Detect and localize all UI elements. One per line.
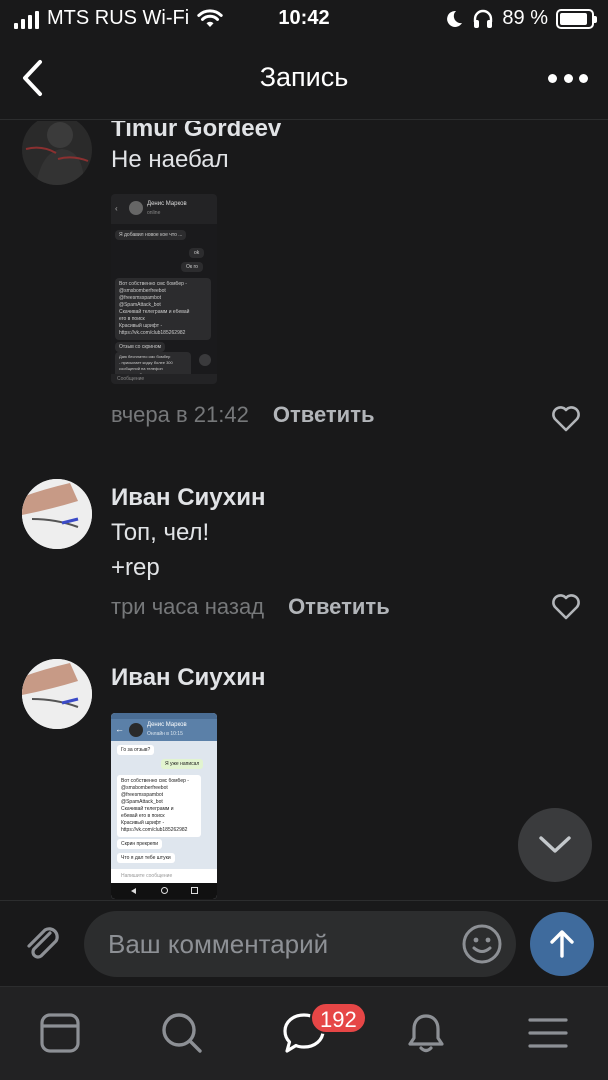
mini-chat-status: online [147,210,161,216]
mini-message: ok [189,248,205,258]
mini-back-icon: ← [115,724,124,734]
comment-meta: три часа назад Ответить [111,594,390,620]
mini-message-line: https://vk.com/club185262982 [121,827,188,833]
mini-message: Ок го [181,262,203,272]
mini-message-line: Красивый шрифт - [119,323,163,329]
mini-message-line: Красивый шрифт - [121,820,165,826]
comment-item: Иван Сиухин Топ, чел! +rep три часа наза… [0,479,608,629]
mini-back-triangle [131,888,136,894]
tab-bar [0,986,608,1080]
mini-message-line: Вот собственно смс бомбер - [121,778,189,784]
comment-input-placeholder: Ваш комментарий [108,929,329,959]
mini-back-icon: ‹ [115,204,118,213]
comment-author[interactable]: Иван Сиухин [111,664,266,692]
menu-icon[interactable] [526,1011,570,1055]
mini-chat-header: ← Денис Марков Онлайн в 10:15 [111,719,217,741]
comment-composer: Ваш комментарий [0,900,608,986]
mini-message: Я добавил новое кое что ... [115,230,187,240]
mini-message-line: @freesmsspambot [121,792,164,798]
comment-author[interactable]: Иван Сиухин [111,484,266,512]
mini-message-line: @smsbomberfreebot [119,288,166,294]
mini-avatar [129,201,143,215]
send-button[interactable] [530,912,594,976]
avatar-image [22,121,92,185]
mini-message: Го за отзыв? [117,745,155,755]
mini-message-line: @SpamAttack_bot [121,799,163,805]
comment-input[interactable]: Ваш комментарий [84,911,516,977]
comment-item: Timur Gordeev Не наебал ‹ Денис Марков o… [0,121,608,455]
notifications-icon[interactable] [404,1011,448,1055]
more-dot [579,73,588,83]
more-button[interactable] [548,68,588,88]
reply-button[interactable]: Ответить [273,402,375,428]
mini-message-line: Скачивай телеграмм и [121,806,174,812]
attachment-screenshot[interactable]: ‹ Денис Марков online Я добавил новое ко… [111,194,217,384]
like-icon[interactable] [551,405,581,433]
avatar[interactable] [22,659,92,729]
paperclip-icon[interactable] [20,921,64,965]
mini-message-line: ебевай его в поиск [121,813,165,819]
mini-message-long: Вот собственно смс бомбер - @smsbomberfre… [115,278,211,340]
battery-icon [556,8,597,29]
screen: MTS RUS Wi-Fi 10:42 89 % Запись Timur Go… [0,0,608,1080]
mini-scroll-button [199,354,211,366]
mini-message-line: @smsbomberfreebot [121,785,168,791]
comment-author[interactable]: Timur Gordeev [111,121,281,143]
avatar-image [22,479,92,549]
more-dot [563,73,573,83]
status-bar: MTS RUS Wi-Fi 10:42 89 % [0,0,608,40]
avatar[interactable] [22,479,92,549]
chevron-down-icon [539,836,571,853]
like-icon[interactable] [551,593,581,621]
mini-message: Отзыв со скрином [115,342,166,352]
mini-message: Я уже написал [161,759,204,769]
mini-recents-square [191,887,198,894]
comment-text: Не наебал [111,146,229,173]
mini-message-line: Вот собственно смс бомбер - [119,281,187,287]
smile-icon[interactable] [460,922,504,966]
more-dot [548,73,557,83]
comment-text: Топ, чел! [111,519,210,546]
reply-button[interactable]: Ответить [288,594,390,620]
battery-level [560,12,587,25]
mini-message-line: https://vk.com/club185262982 [119,330,186,336]
headphones-icon [474,9,493,28]
arrow-up-icon [550,930,574,958]
avatar-image [22,659,92,729]
mini-chat-status: Онлайн в 10:15 [147,731,183,737]
status-right: 89 % [444,7,597,30]
mini-chat-name: Денис Марков [147,722,187,728]
news-icon[interactable] [38,1011,82,1055]
comment-text: +rep [111,554,160,581]
scroll-down-button[interactable] [518,808,592,882]
mini-message-line: @SpamAttack_bot [119,302,161,308]
avatar[interactable] [22,121,92,185]
page-title: Запись [259,62,349,92]
mini-chat-header: ‹ Денис Марков online [111,194,217,224]
mini-android-nav [111,883,217,899]
comment-meta: вчера в 21:42 Ответить [111,402,375,428]
mini-avatar [129,723,143,737]
mini-home-circle [161,887,168,894]
search-icon[interactable] [160,1011,204,1055]
comments-feed[interactable]: Timur Gordeev Не наебал ‹ Денис Марков o… [0,121,608,900]
mini-input: Напишите сообщение [111,869,217,883]
mini-message-line: @freesmsspambot [119,295,162,301]
mini-message: Что я дал тебе штуки [117,853,175,863]
comment-time: три часа назад [111,594,265,619]
messages-badge: 192 [310,1002,367,1034]
mini-input: Сообщение [111,374,217,384]
mini-message-line: Скачивай телеграмм и ебевай [119,309,190,315]
mini-chat-name: Денис Марков [147,201,187,207]
comment-time: вчера в 21:42 [111,402,249,427]
attachment-screenshot[interactable]: ← Денис Марков Онлайн в 10:15 Го за отзы… [111,713,217,899]
mini-message-long: Вот собственно смс бомбер - @smsbomberfre… [117,775,201,837]
comment-item: Иван Сиухин ← Денис Марков Онлайн в 10:1… [0,659,608,900]
mini-message: Скрин прекрепи [117,839,163,849]
nav-header: Запись [0,40,608,120]
battery-percent: 89 % [502,7,548,29]
mini-message-line: его в поиск [119,316,145,322]
moon-icon [447,10,463,27]
